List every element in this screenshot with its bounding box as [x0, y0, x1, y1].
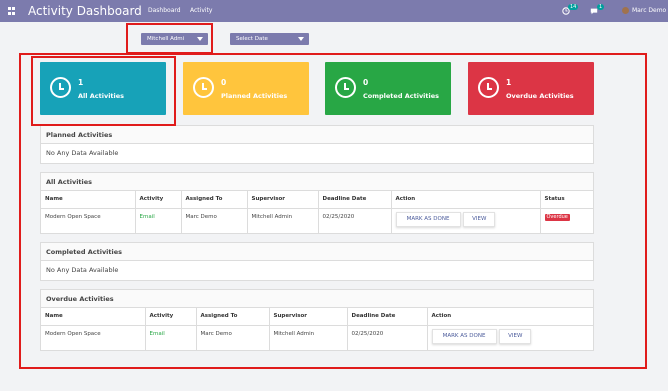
cell-assigned: Marc Demo: [181, 208, 248, 233]
chevron-down-icon: [197, 37, 203, 41]
cell-supervisor: Mitchell Admin: [269, 325, 348, 350]
card-planned-activities[interactable]: 0 Planned Activities: [183, 62, 309, 115]
overdue-activities-section: Overdue Activities Name Activity Assigne…: [40, 289, 594, 351]
cell-name: Modern Open Space: [41, 208, 136, 233]
clock-icon: [335, 77, 356, 98]
view-button[interactable]: VIEW: [499, 328, 532, 344]
card-label: All Activities: [78, 92, 125, 100]
card-count: 0: [221, 78, 227, 87]
section-title: Completed Activities: [41, 243, 593, 261]
app-title: Activity Dashboard: [28, 4, 142, 18]
card-label: Overdue Activities: [506, 92, 574, 100]
mark-as-done-button[interactable]: MARK AS DONE: [431, 328, 497, 344]
col-supervisor: Supervisor: [247, 191, 319, 209]
col-name: Name: [41, 308, 146, 326]
empty-message: No Any Data Available: [46, 149, 119, 157]
section-title: Planned Activities: [41, 126, 593, 144]
cell-action: MARK AS DONE VIEW: [427, 325, 593, 350]
col-name: Name: [41, 191, 136, 209]
view-button[interactable]: VIEW: [463, 211, 496, 227]
card-count: 1: [506, 78, 512, 87]
col-assigned: Assigned To: [181, 191, 248, 209]
col-action: Action: [427, 308, 593, 326]
section-title: Overdue Activities: [41, 290, 593, 308]
cell-action: MARK AS DONE VIEW: [391, 208, 541, 233]
top-navbar: Activity Dashboard Dashboard Activity 14…: [0, 0, 668, 22]
col-assigned: Assigned To: [196, 308, 270, 326]
all-activities-section: All Activities Name Activity Assigned To…: [40, 172, 594, 234]
table-header-row: Name Activity Assigned To Supervisor Dea…: [41, 308, 593, 326]
card-label: Planned Activities: [221, 92, 288, 100]
empty-message: No Any Data Available: [46, 266, 119, 274]
table-row: Modern Open Space Email Marc Demo Mitche…: [41, 325, 593, 350]
cell-assigned: Marc Demo: [196, 325, 270, 350]
card-all-activities[interactable]: 1 All Activities: [40, 62, 166, 115]
mark-as-done-button[interactable]: MARK AS DONE: [395, 211, 461, 227]
status-badge: Overdue: [544, 213, 570, 221]
menu-dashboard[interactable]: Dashboard: [148, 7, 181, 15]
user-avatar[interactable]: [622, 7, 629, 14]
activity-count-badge: 14: [568, 4, 579, 10]
clock-icon: [478, 77, 499, 98]
clock-icon: [50, 77, 71, 98]
col-activity: Activity: [135, 191, 182, 209]
cell-deadline: 02/25/2020: [347, 325, 428, 350]
card-completed-activities[interactable]: 0 Completed Activities: [325, 62, 451, 115]
date-filter-select[interactable]: Select Date: [230, 33, 309, 45]
apps-menu-icon[interactable]: [8, 7, 16, 15]
col-action: Action: [391, 191, 541, 209]
col-deadline: Deadline Date: [318, 191, 392, 209]
user-filter-value: Mitchell Admi: [147, 36, 185, 42]
card-count: 1: [78, 78, 84, 87]
user-filter-select[interactable]: Mitchell Admi: [141, 33, 208, 45]
cell-deadline: 02/25/2020: [318, 208, 392, 233]
all-activities-table: Name Activity Assigned To Supervisor Dea…: [41, 191, 593, 233]
col-activity: Activity: [145, 308, 197, 326]
clock-icon: [193, 77, 214, 98]
date-filter-placeholder: Select Date: [236, 36, 268, 42]
col-deadline: Deadline Date: [347, 308, 428, 326]
menu-activity[interactable]: Activity: [190, 7, 212, 15]
cell-supervisor: Mitchell Admin: [247, 208, 319, 233]
section-title: All Activities: [41, 173, 593, 191]
card-count: 0: [363, 78, 369, 87]
message-count-badge: 1: [597, 4, 605, 10]
col-supervisor: Supervisor: [269, 308, 348, 326]
cell-activity[interactable]: Email: [135, 208, 182, 233]
overdue-activities-table: Name Activity Assigned To Supervisor Dea…: [41, 308, 593, 350]
table-row: Modern Open Space Email Marc Demo Mitche…: [41, 208, 593, 233]
planned-activities-section: Planned Activities No Any Data Available: [40, 125, 594, 164]
col-status: Status: [540, 191, 593, 209]
cell-name: Modern Open Space: [41, 325, 146, 350]
table-header-row: Name Activity Assigned To Supervisor Dea…: [41, 191, 593, 209]
card-overdue-activities[interactable]: 1 Overdue Activities: [468, 62, 594, 115]
chevron-down-icon: [298, 37, 304, 41]
card-label: Completed Activities: [363, 92, 440, 100]
user-menu[interactable]: Marc Demo: [632, 7, 666, 15]
cell-activity[interactable]: Email: [145, 325, 197, 350]
cell-status: Overdue: [540, 208, 593, 233]
completed-activities-section: Completed Activities No Any Data Availab…: [40, 242, 594, 281]
